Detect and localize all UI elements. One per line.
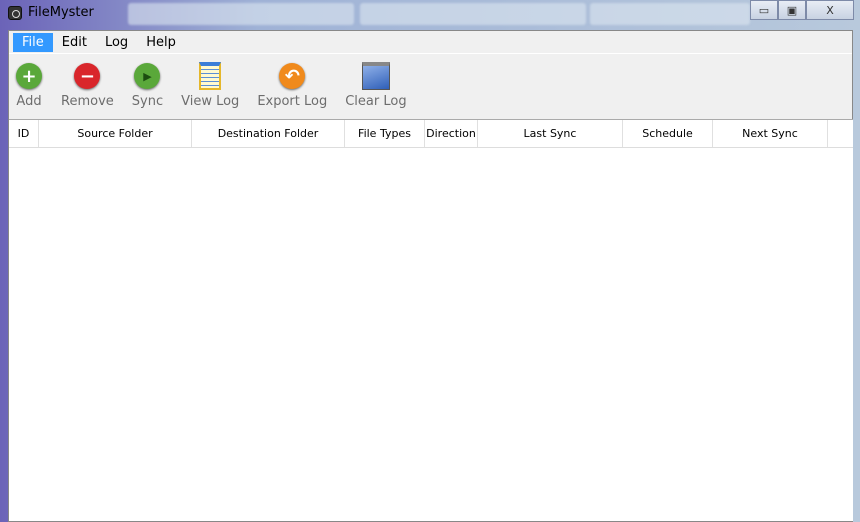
sync-button[interactable]: ▶ Sync — [132, 62, 163, 109]
notepad-icon — [199, 62, 222, 90]
column-schedule[interactable]: Schedule — [623, 120, 713, 147]
menu-help[interactable]: Help — [137, 33, 185, 52]
clear-log-label: Clear Log — [345, 94, 407, 109]
menu-log[interactable]: Log — [96, 33, 137, 52]
menu-bar: File Edit Log Help — [9, 31, 852, 54]
app-title: FileMyster — [8, 5, 94, 20]
menu-file[interactable]: File — [13, 32, 53, 52]
export-log-button[interactable]: ↶ Export Log — [257, 62, 327, 109]
table-header: ID Source Folder Destination Folder File… — [9, 120, 853, 148]
blue-square-icon — [361, 62, 390, 90]
sync-label: Sync — [131, 94, 164, 109]
column-destination-folder[interactable]: Destination Folder — [192, 120, 345, 147]
clear-log-button[interactable]: Clear Log — [345, 62, 407, 109]
add-button[interactable]: + Add — [15, 62, 43, 109]
window-title: FileMyster — [28, 5, 94, 20]
minimize-button[interactable]: ▭ — [750, 0, 778, 20]
column-id[interactable]: ID — [9, 120, 39, 147]
column-source-folder[interactable]: Source Folder — [39, 120, 192, 147]
remove-label: Remove — [61, 94, 114, 109]
background-tab[interactable] — [360, 3, 586, 25]
view-log-button[interactable]: View Log — [181, 62, 239, 109]
column-last-sync[interactable]: Last Sync — [478, 120, 623, 147]
column-file-types[interactable]: File Types — [345, 120, 425, 147]
title-bar: FileMyster ▭ ▣ X — [0, 0, 860, 28]
maximize-button[interactable]: ▣ — [778, 0, 806, 20]
view-log-label: View Log — [181, 94, 240, 109]
sync-jobs-table[interactable]: ID Source Folder Destination Folder File… — [9, 119, 853, 521]
menu-edit[interactable]: Edit — [53, 33, 96, 52]
remove-icon: − — [74, 63, 101, 89]
play-icon: ▶ — [134, 63, 161, 89]
close-button[interactable]: X — [806, 0, 854, 20]
background-tab[interactable] — [128, 3, 354, 25]
add-label: Add — [16, 94, 42, 109]
column-direction[interactable]: Direction — [425, 120, 478, 147]
background-tab[interactable] — [590, 3, 750, 25]
undo-arrow-icon: ↶ — [279, 63, 306, 89]
main-window: File Edit Log Help + Add − Remove ▶ Sync Vi… — [8, 30, 853, 522]
remove-button[interactable]: − Remove — [61, 62, 114, 109]
toolbar: + Add − Remove ▶ Sync View Log ↶ Export Log … — [9, 54, 852, 118]
app-icon — [8, 5, 22, 20]
add-icon: + — [16, 63, 42, 89]
column-next-sync[interactable]: Next Sync — [713, 120, 828, 147]
export-log-label: Export Log — [257, 94, 328, 109]
